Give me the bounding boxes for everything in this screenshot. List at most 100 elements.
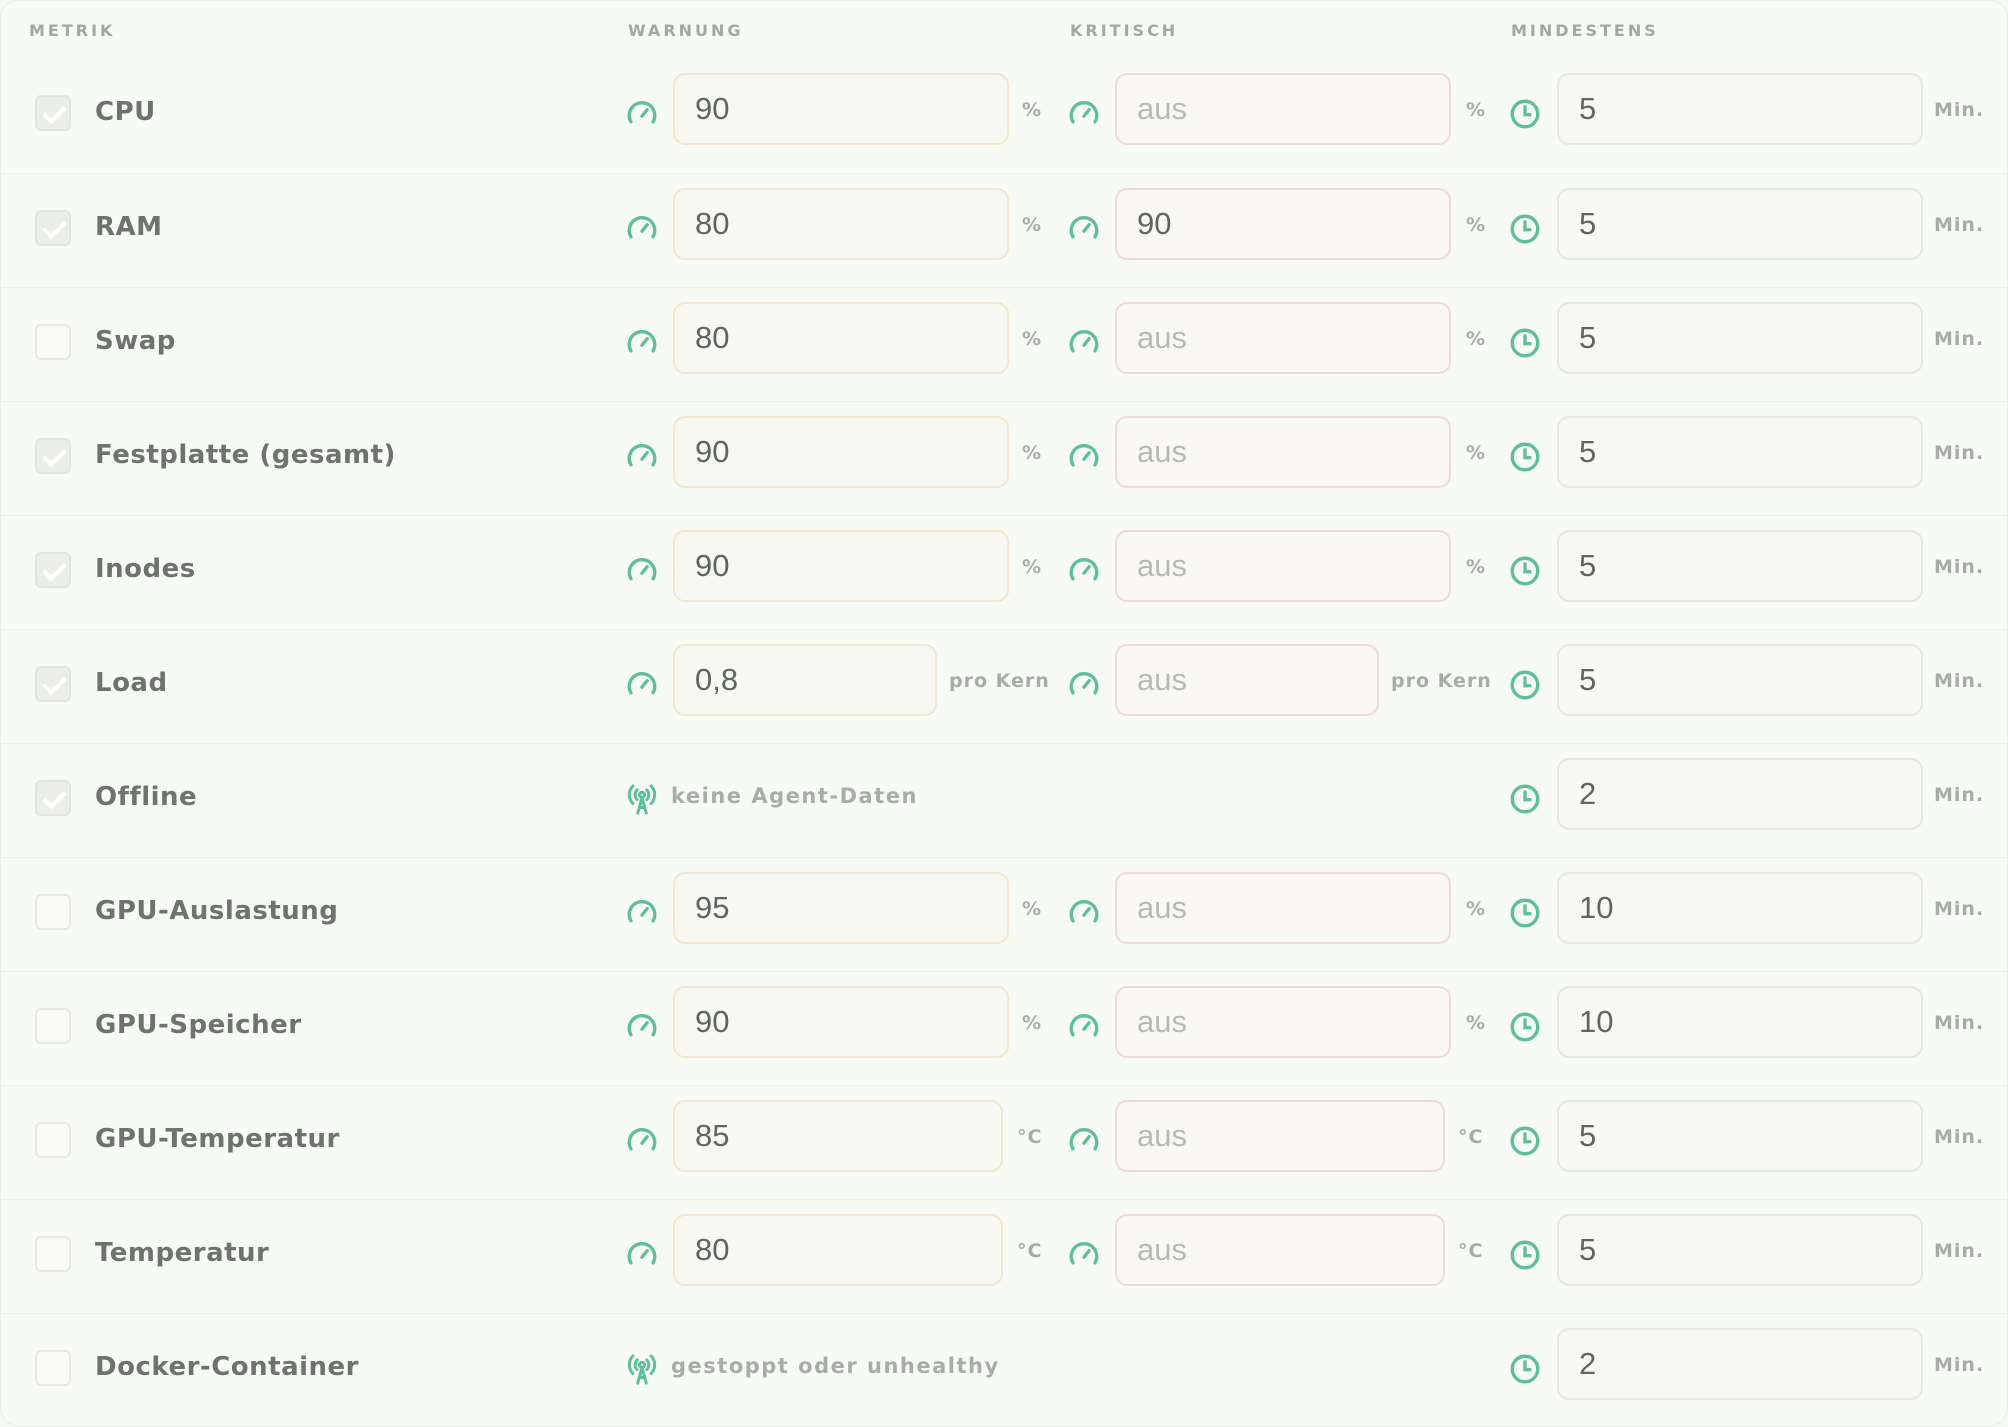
critical-threshold-input[interactable]: aus	[1115, 530, 1451, 602]
minimum-unit: Min.	[1934, 1012, 1985, 1034]
header-warning: WARNUNG	[628, 21, 744, 40]
metric-name: Docker-Container	[95, 1352, 360, 1382]
warning-unit: %	[1022, 328, 1043, 350]
minimum-duration-input[interactable]: 5	[1557, 73, 1923, 145]
gauge-icon	[1067, 554, 1101, 588]
warning-threshold-input[interactable]: 90	[673, 986, 1009, 1058]
minimum-duration-input[interactable]: 2	[1557, 758, 1923, 830]
critical-threshold-input[interactable]: aus	[1115, 73, 1451, 145]
critical-threshold-input[interactable]: aus	[1115, 302, 1451, 374]
clock-icon	[1508, 97, 1542, 131]
gauge-icon	[1067, 440, 1101, 474]
minimum-unit: Min.	[1934, 670, 1985, 692]
minimum-unit: Min.	[1934, 784, 1985, 806]
header-minimum: MINDESTENS	[1511, 21, 1659, 40]
metric-enabled-checkbox[interactable]	[35, 438, 71, 474]
clock-icon	[1508, 1124, 1542, 1158]
warning-unit: %	[1022, 898, 1043, 920]
minimum-duration-input[interactable]: 5	[1557, 644, 1923, 716]
warning-threshold-input[interactable]: 90	[673, 530, 1009, 602]
metric-name: Offline	[95, 782, 198, 812]
clock-icon	[1508, 668, 1542, 702]
gauge-icon	[625, 896, 659, 930]
gauge-icon	[1067, 212, 1101, 246]
metric-name: GPU-Auslastung	[95, 896, 339, 926]
critical-threshold-input[interactable]: aus	[1115, 986, 1451, 1058]
metric-row: Offline keine Agent-Daten 2 Min.	[1, 743, 2008, 857]
critical-threshold-input[interactable]: aus	[1115, 1100, 1445, 1172]
metric-name: Temperatur	[95, 1238, 270, 1268]
minimum-duration-input[interactable]: 5	[1557, 530, 1923, 602]
warning-unit: pro Kern	[949, 670, 1050, 692]
gauge-icon	[625, 668, 659, 702]
alert-thresholds-panel: METRIK WARNUNG KRITISCH MINDESTENS CPU 90…	[0, 0, 2008, 1426]
minimum-unit: Min.	[1934, 1240, 1985, 1262]
clock-icon	[1508, 212, 1542, 246]
antenna-icon	[625, 782, 659, 816]
minimum-duration-input[interactable]: 5	[1557, 1214, 1923, 1286]
minimum-duration-input[interactable]: 5	[1557, 188, 1923, 260]
minimum-unit: Min.	[1934, 1354, 1985, 1376]
minimum-duration-input[interactable]: 2	[1557, 1328, 1923, 1400]
clock-icon	[1508, 782, 1542, 816]
warning-threshold-input[interactable]: 80	[673, 302, 1009, 374]
metric-row: RAM 80% 90% 5 Min.	[1, 173, 2008, 287]
critical-threshold-input[interactable]: aus	[1115, 416, 1451, 488]
warning-threshold-input[interactable]: 90	[673, 416, 1009, 488]
minimum-duration-input[interactable]: 5	[1557, 302, 1923, 374]
metric-enabled-checkbox[interactable]	[35, 894, 71, 930]
minimum-duration-input[interactable]: 10	[1557, 872, 1923, 944]
gauge-icon	[625, 212, 659, 246]
gauge-icon	[1067, 896, 1101, 930]
minimum-duration-input[interactable]: 10	[1557, 986, 1923, 1058]
minimum-duration-input[interactable]: 5	[1557, 416, 1923, 488]
clock-icon	[1508, 1352, 1542, 1386]
critical-unit: %	[1466, 328, 1487, 350]
warning-threshold-input[interactable]: 80	[673, 1214, 1003, 1286]
warning-threshold-input[interactable]: 0,8	[673, 644, 937, 716]
warning-threshold-input[interactable]: 90	[673, 73, 1009, 145]
metric-row: Inodes 90% aus% 5 Min.	[1, 515, 2008, 629]
clock-icon	[1508, 1238, 1542, 1272]
minimum-unit: Min.	[1934, 99, 1985, 121]
warning-unit: %	[1022, 214, 1043, 236]
warning-unit: °C	[1017, 1126, 1043, 1148]
metric-row: Load 0,8 pro Kern aus pro Kern 5 Min.	[1, 629, 2008, 743]
minimum-unit: Min.	[1934, 556, 1985, 578]
gauge-icon	[1067, 1124, 1101, 1158]
minimum-duration-input[interactable]: 5	[1557, 1100, 1923, 1172]
clock-icon	[1508, 1010, 1542, 1044]
critical-threshold-input[interactable]: aus	[1115, 1214, 1445, 1286]
metric-enabled-checkbox[interactable]	[35, 552, 71, 588]
metric-enabled-checkbox[interactable]	[35, 95, 71, 131]
metric-name: Inodes	[95, 554, 196, 584]
metric-enabled-checkbox[interactable]	[35, 666, 71, 702]
critical-threshold-input[interactable]: 90	[1115, 188, 1451, 260]
metric-enabled-checkbox[interactable]	[35, 1350, 71, 1386]
metric-row: Swap 80% aus% 5 Min.	[1, 287, 2008, 401]
warning-threshold-input[interactable]: 80	[673, 188, 1009, 260]
gauge-icon	[1067, 97, 1101, 131]
metric-enabled-checkbox[interactable]	[35, 1008, 71, 1044]
metric-enabled-checkbox[interactable]	[35, 780, 71, 816]
gauge-icon	[625, 326, 659, 360]
warning-threshold-input[interactable]: 95	[673, 872, 1009, 944]
metric-name: GPU-Speicher	[95, 1010, 302, 1040]
critical-threshold-input[interactable]: aus	[1115, 872, 1451, 944]
minimum-unit: Min.	[1934, 214, 1985, 236]
gauge-icon	[625, 1238, 659, 1272]
warning-threshold-input[interactable]: 85	[673, 1100, 1003, 1172]
warning-unit: %	[1022, 99, 1043, 121]
metric-enabled-checkbox[interactable]	[35, 324, 71, 360]
header-metric: METRIK	[29, 21, 116, 40]
metric-enabled-checkbox[interactable]	[35, 1122, 71, 1158]
critical-unit: %	[1466, 442, 1487, 464]
critical-unit: %	[1466, 1012, 1487, 1034]
minimum-unit: Min.	[1934, 898, 1985, 920]
critical-threshold-input[interactable]: aus	[1115, 644, 1379, 716]
metric-name: Load	[95, 668, 168, 698]
metric-enabled-checkbox[interactable]	[35, 1236, 71, 1272]
metric-name: Festplatte (gesamt)	[95, 440, 396, 470]
metric-enabled-checkbox[interactable]	[35, 210, 71, 246]
metric-name: CPU	[95, 97, 156, 127]
